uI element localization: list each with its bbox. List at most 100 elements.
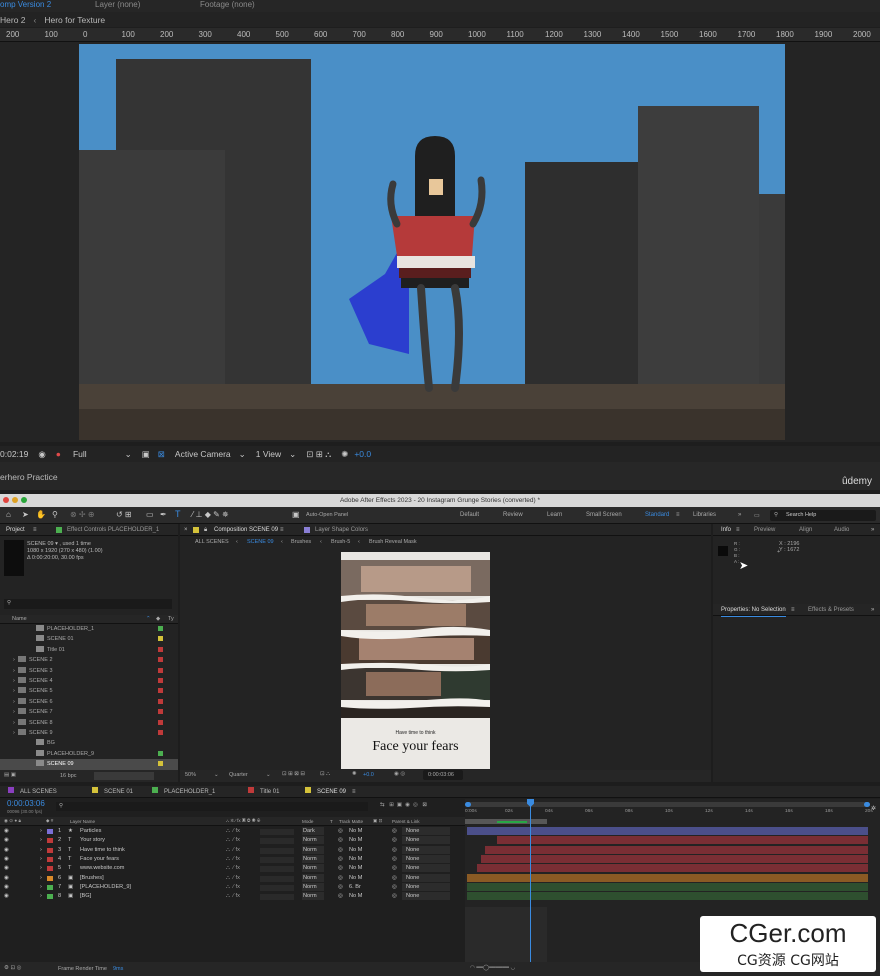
- label-color-swatch[interactable]: [47, 884, 53, 890]
- layer-duration-bar[interactable]: [467, 827, 868, 835]
- timeline-tab[interactable]: SCENE 01: [92, 786, 133, 798]
- timeline-tab[interactable]: SCENE 09 ≡: [305, 786, 356, 798]
- layer-row[interactable]: ◉ › 3 T Have time to think ⛬ ⁄ fx Norm ◎ No M ◎ No…: [0, 845, 465, 855]
- timeline-tab[interactable]: PLACEHOLDER_1: [152, 786, 215, 798]
- label-color-swatch[interactable]: [47, 829, 53, 834]
- crumb-hero-texture[interactable]: Hero for Texture: [44, 15, 105, 25]
- comp-canvas[interactable]: Have time to think Face your fears: [341, 552, 490, 769]
- chevron-right-icon[interactable]: ›: [40, 856, 42, 862]
- track-matte-select[interactable]: No M: [349, 847, 362, 853]
- project-item[interactable]: › SCENE 3: [0, 666, 178, 676]
- sort-icon[interactable]: ⌃: [146, 616, 151, 622]
- layer-switch-boxes[interactable]: [260, 829, 294, 835]
- chevron-right-icon[interactable]: ›: [40, 865, 42, 871]
- chevron-right-icon[interactable]: ›: [40, 875, 42, 881]
- label-color-swatch[interactable]: [158, 636, 163, 642]
- camera-select[interactable]: Active Camera: [175, 449, 231, 459]
- bpc-toggle[interactable]: 16 bpc: [60, 773, 77, 779]
- project-item[interactable]: PLACEHOLDER_1: [0, 624, 178, 634]
- navigator-end-handle[interactable]: [864, 802, 870, 807]
- zoom-slider[interactable]: ◠ ━━◯━━━━━━ ◡: [470, 965, 515, 971]
- label-color-swatch[interactable]: [158, 761, 163, 767]
- parent-column[interactable]: Parent & Link: [392, 819, 420, 824]
- track-matte-select[interactable]: No M: [349, 893, 362, 899]
- chevron-right-icon[interactable]: ›: [13, 668, 15, 674]
- crumb-scene09[interactable]: SCENE 09: [247, 539, 274, 545]
- chevron-right-icon[interactable]: ›: [13, 688, 15, 694]
- menu-icon[interactable]: ≡: [352, 789, 356, 795]
- chevron-right-icon[interactable]: ›: [40, 884, 42, 890]
- t-column[interactable]: T: [330, 819, 333, 824]
- layer-duration-bar[interactable]: [467, 882, 868, 891]
- label-color-swatch[interactable]: [158, 646, 163, 652]
- timeline-search-input[interactable]: ⚲: [56, 802, 368, 811]
- tab-composition[interactable]: Composition SCENE 09: [214, 524, 278, 536]
- tab-composition[interactable]: omp Version 2: [0, 0, 51, 9]
- tab-properties[interactable]: Properties: No Selection: [721, 604, 786, 617]
- parent-pickwhip-icon[interactable]: ◎: [392, 865, 397, 871]
- view-layout-select[interactable]: 1 View: [256, 449, 281, 459]
- current-time-indicator[interactable]: [530, 801, 531, 962]
- close-tab-icon[interactable]: ×: [184, 524, 188, 536]
- type-tool-icon[interactable]: T: [175, 509, 181, 519]
- chevron-right-icon[interactable]: ›: [13, 678, 15, 684]
- parent-pickwhip-icon[interactable]: ◎: [392, 856, 397, 862]
- project-item[interactable]: › SCENE 8: [0, 718, 178, 728]
- menu-icon[interactable]: ≡: [33, 524, 37, 536]
- shape-tool-icon[interactable]: ▭: [146, 510, 154, 519]
- layer-duration-bar[interactable]: [467, 892, 868, 901]
- parent-pickwhip-icon[interactable]: ◎: [392, 893, 397, 899]
- label-color-swatch[interactable]: [158, 750, 163, 756]
- home-icon[interactable]: ⌂: [6, 510, 11, 519]
- tab-preview[interactable]: Preview: [754, 524, 775, 536]
- eye-icon[interactable]: ◉: [4, 884, 9, 890]
- workspace-review[interactable]: Review: [503, 512, 523, 518]
- workspace-small-screen[interactable]: Small Screen: [586, 512, 622, 518]
- auto-open-checkbox[interactable]: ▣: [292, 510, 300, 519]
- layer-duration-bar[interactable]: [481, 854, 868, 863]
- region-icon[interactable]: ▣: [142, 449, 150, 460]
- toggle-icons[interactable]: ⊡ ⛬: [320, 771, 330, 778]
- tab-audio[interactable]: Audio: [834, 524, 849, 536]
- parent-pickwhip-icon[interactable]: ◎: [392, 837, 397, 843]
- workspace-standard[interactable]: Standard: [645, 512, 669, 518]
- resolution-select[interactable]: Quarter: [229, 772, 248, 778]
- project-item[interactable]: PLACEHOLDER_9: [0, 749, 178, 759]
- overflow-icon[interactable]: »: [738, 512, 741, 518]
- eye-icon[interactable]: ◉: [4, 856, 9, 862]
- crumb-brushes[interactable]: Brushes: [291, 539, 311, 545]
- exposure-value[interactable]: +0.0: [363, 772, 374, 778]
- layer-switches[interactable]: ⛬ ⁄ fx: [226, 856, 240, 863]
- footer-toggle-icons[interactable]: ⚙ ⊡ ◎: [4, 965, 21, 971]
- resolution-select[interactable]: Full: [73, 449, 87, 459]
- parent-pickwhip-icon[interactable]: ◎: [392, 847, 397, 853]
- chevron-right-icon[interactable]: ›: [40, 847, 42, 853]
- label-color-swatch[interactable]: [47, 838, 53, 844]
- layer-row[interactable]: ◉ › 5 Twww.website.com ⛬ ⁄ fx Norm ◎ No M ◎ None: [0, 864, 465, 873]
- label-color-swatch[interactable]: [47, 847, 53, 853]
- project-item[interactable]: SCENE 01: [0, 634, 178, 644]
- project-item[interactable]: › SCENE 7: [0, 707, 178, 717]
- track-matte-select[interactable]: No M: [349, 828, 362, 834]
- minimize-window-icon[interactable]: [12, 497, 18, 503]
- tab-project[interactable]: Project: [6, 524, 25, 536]
- selection-tool-icon[interactable]: ➤: [22, 510, 29, 519]
- tab-info[interactable]: Info: [721, 524, 731, 536]
- project-item[interactable]: Title 01: [0, 645, 178, 655]
- name-column[interactable]: Name: [12, 616, 27, 622]
- layer-switches[interactable]: ⛬ ⁄ fx: [226, 847, 240, 854]
- chevron-right-icon[interactable]: ›: [13, 720, 15, 726]
- workspace-menu-icon[interactable]: ≡: [676, 512, 680, 518]
- layer-switch-boxes[interactable]: [260, 838, 294, 845]
- tab-layer[interactable]: Layer Shape Colors: [315, 524, 368, 536]
- chevron-right-icon[interactable]: ›: [40, 893, 42, 899]
- project-item[interactable]: › SCENE 5: [0, 686, 178, 696]
- hand-tool-icon[interactable]: ✋: [36, 510, 46, 519]
- layer-switches[interactable]: ⛬ ⁄ fx: [226, 884, 240, 891]
- transparency-grid-icon[interactable]: ⊠: [158, 449, 165, 460]
- crumb-hero2[interactable]: Hero 2: [0, 15, 26, 25]
- project-item[interactable]: › SCENE 6: [0, 697, 178, 707]
- layer-switches[interactable]: ⛬ ⁄ fx: [226, 837, 240, 844]
- exposure-value[interactable]: +0.0: [354, 449, 371, 459]
- label-color-swatch[interactable]: [47, 894, 53, 900]
